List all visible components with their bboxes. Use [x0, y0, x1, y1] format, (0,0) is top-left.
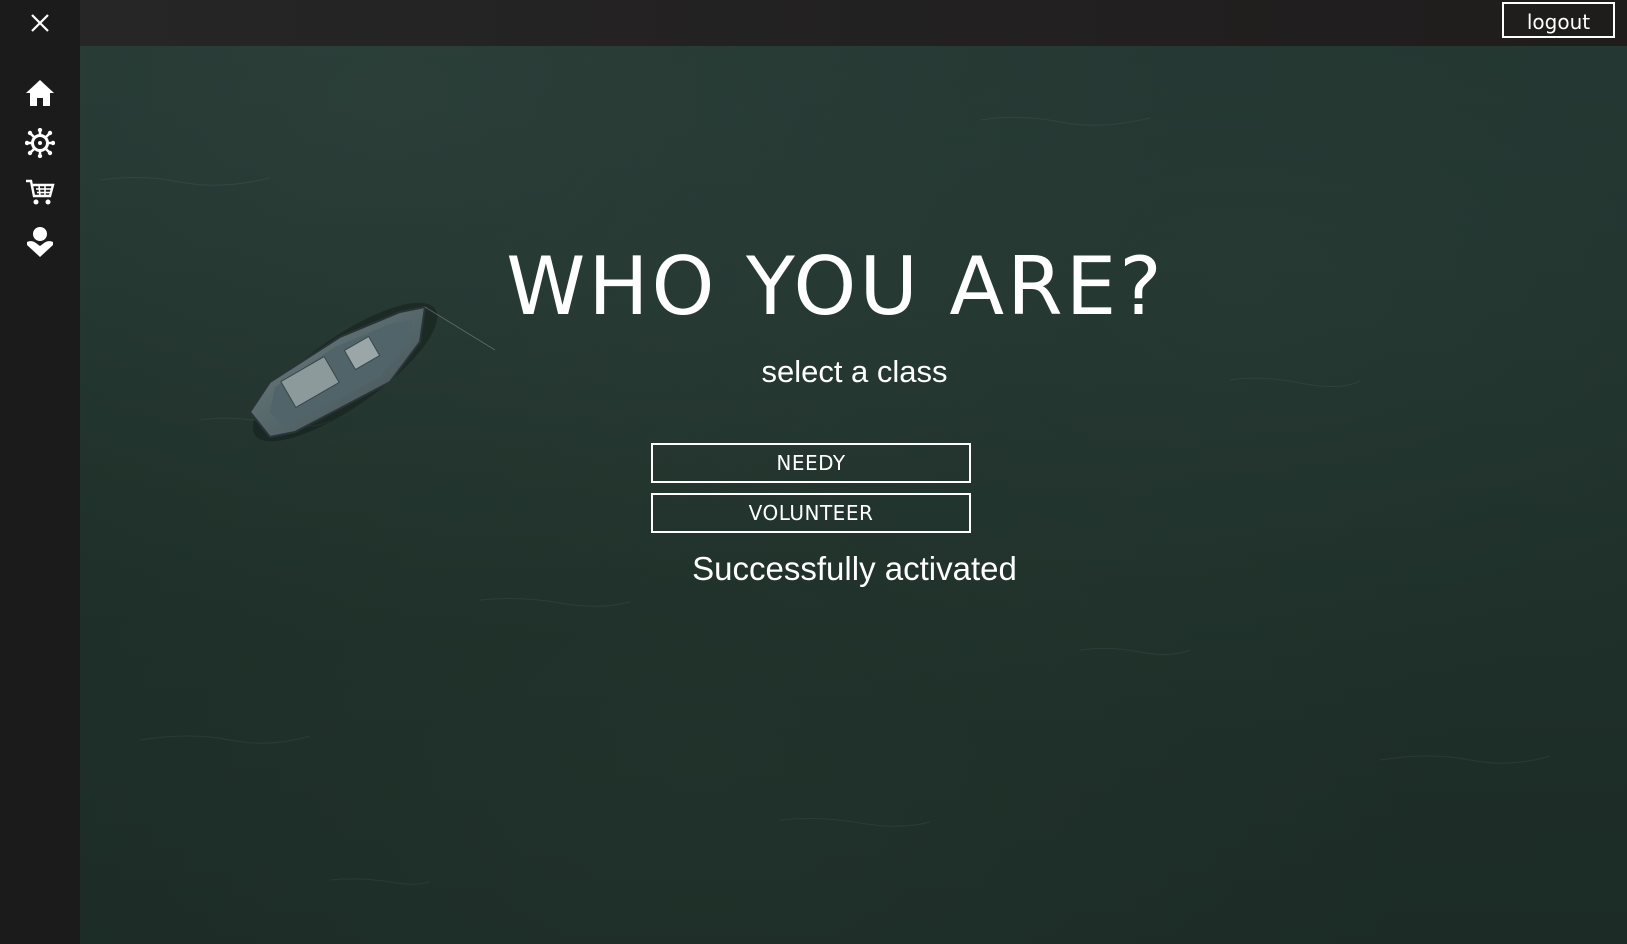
app-root: logout WHO YOU ARE? select a class NEEDY…: [0, 0, 1627, 944]
page-title: WHO YOU ARE?: [506, 240, 1165, 333]
logout-button[interactable]: logout: [1502, 2, 1615, 38]
home-icon[interactable]: [20, 73, 60, 113]
top-bar: logout: [80, 0, 1627, 46]
main-content: WHO YOU ARE? select a class NEEDY VOLUNT…: [80, 46, 1627, 944]
sidebar: [0, 0, 80, 944]
volunteer-button[interactable]: VOLUNTEER: [651, 493, 971, 533]
needy-button[interactable]: NEEDY: [651, 443, 971, 483]
cart-icon[interactable]: [20, 172, 60, 212]
status-message: Successfully activated: [692, 550, 1017, 587]
page-subtitle: select a class: [761, 354, 948, 389]
close-icon[interactable]: [20, 3, 60, 43]
virus-icon[interactable]: [20, 123, 60, 163]
